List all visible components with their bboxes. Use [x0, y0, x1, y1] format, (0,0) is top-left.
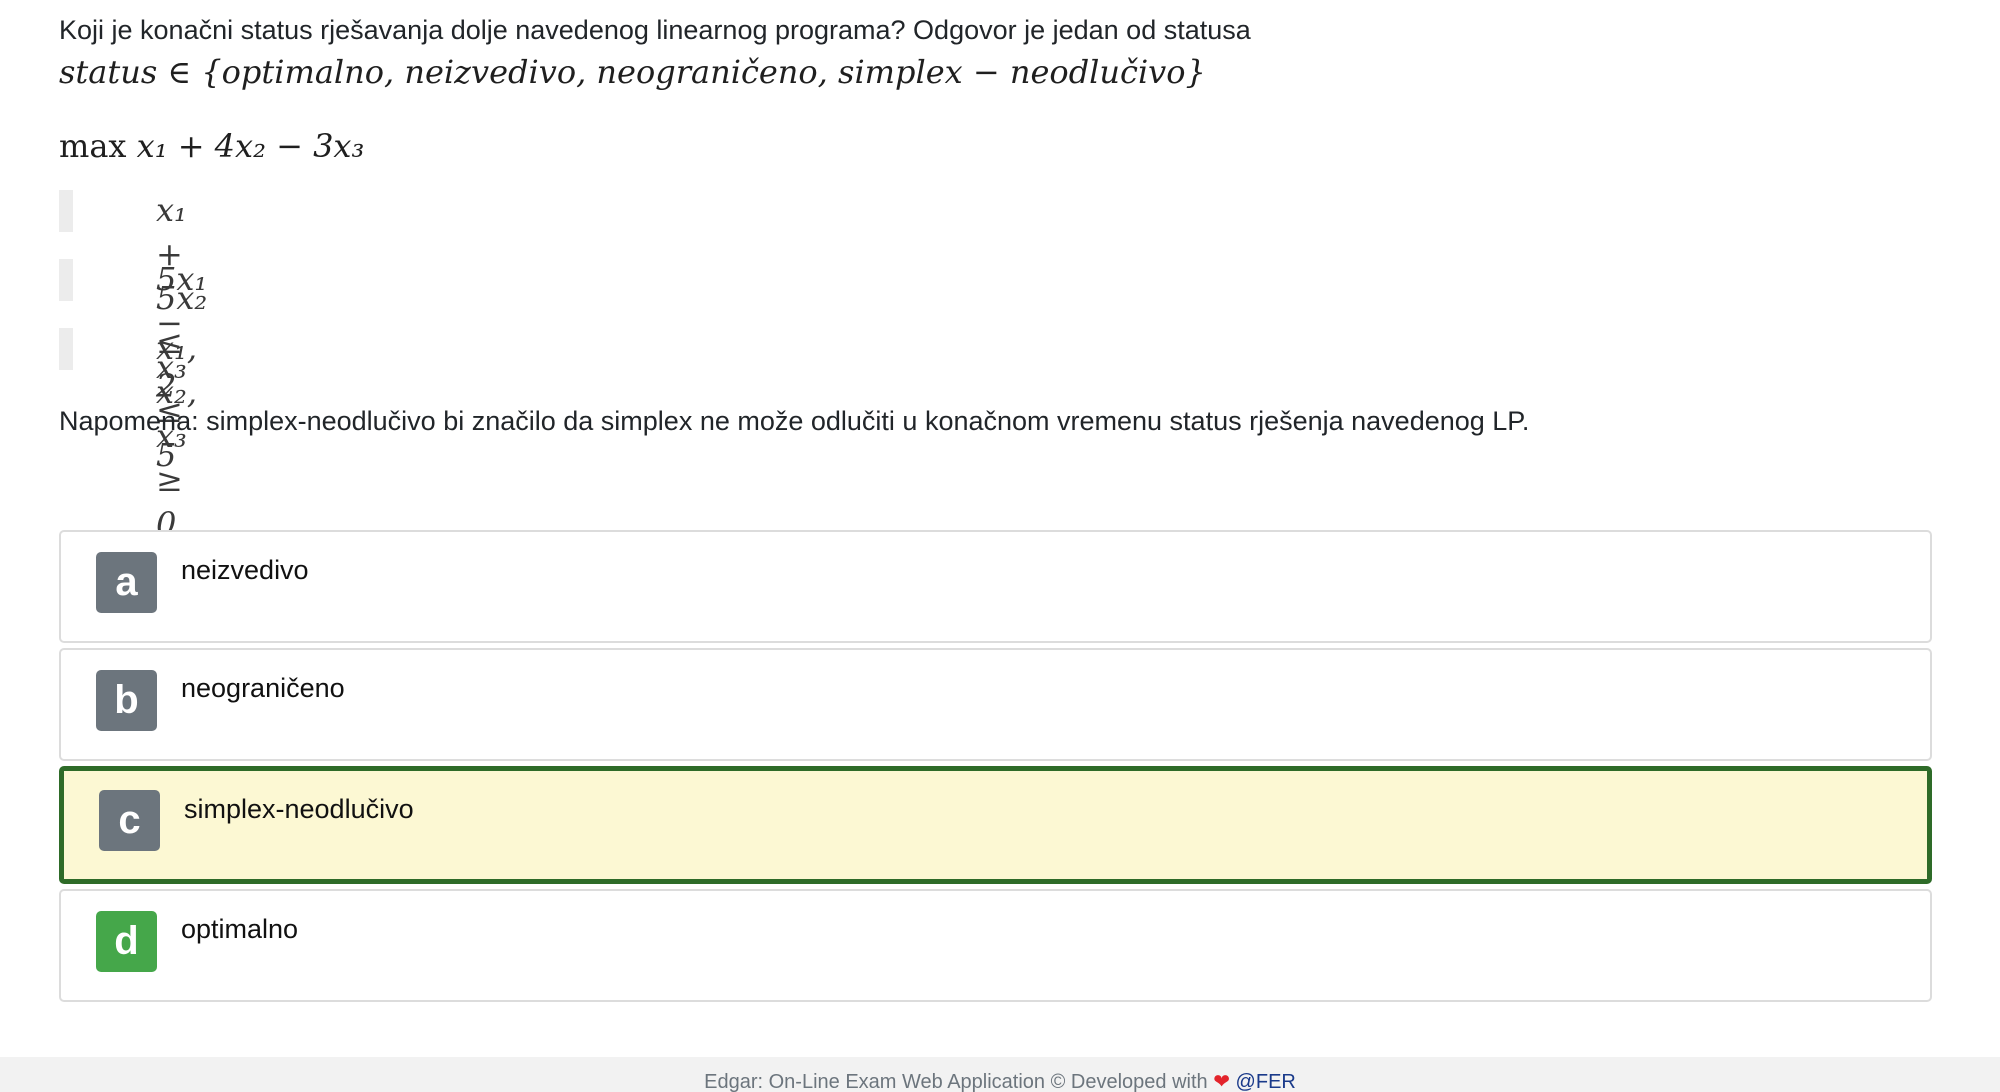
- answer-label: simplex-neodlučivo: [184, 794, 414, 824]
- answer-letter-badge: d: [96, 911, 157, 972]
- answer-label: neograničeno: [181, 673, 345, 703]
- answer-label: optimalno: [181, 914, 299, 944]
- answer-options: a neizvedivo b neograničeno c simplex-ne…: [59, 530, 1932, 1007]
- objective-function: max x₁ + 4x₂ − 3x₃: [59, 124, 364, 168]
- constraint-bar: [59, 190, 73, 232]
- answer-option-c[interactable]: c simplex-neodlučivo: [59, 766, 1932, 884]
- fer-link[interactable]: @FER: [1236, 1071, 1296, 1092]
- constraint-bar: [59, 328, 73, 370]
- answer-label: neizvedivo: [181, 555, 309, 585]
- answer-option-a[interactable]: a neizvedivo: [59, 530, 1932, 643]
- objective-prefix: max: [59, 127, 127, 165]
- constraint-bar: [59, 259, 73, 301]
- exam-question-page: Koji je konačni status rješavanja dolje …: [0, 0, 2000, 1092]
- question-note: Napomena: simplex-neodlučivo bi značilo …: [59, 406, 1530, 436]
- answer-option-d[interactable]: d optimalno: [59, 889, 1932, 1002]
- objective-expression: x₁ + 4x₂ − 3x₃: [136, 127, 365, 165]
- question-text: Koji je konačni status rješavanja dolje …: [59, 15, 1251, 45]
- heart-icon: ❤: [1213, 1071, 1230, 1092]
- answer-letter-badge: c: [99, 790, 160, 851]
- footer-text: Edgar: On-Line Exam Web Application © De…: [704, 1071, 1208, 1092]
- answer-option-b[interactable]: b neograničeno: [59, 648, 1932, 761]
- question-block: Koji je konačni status rješavanja dolje …: [59, 12, 1939, 94]
- status-set: status ∈ {optimalno, neizvedivo, neogran…: [59, 53, 1206, 91]
- answer-letter-badge: b: [96, 670, 157, 731]
- answer-letter-badge: a: [96, 552, 157, 613]
- page-footer: Edgar: On-Line Exam Web Application © De…: [0, 1057, 2000, 1092]
